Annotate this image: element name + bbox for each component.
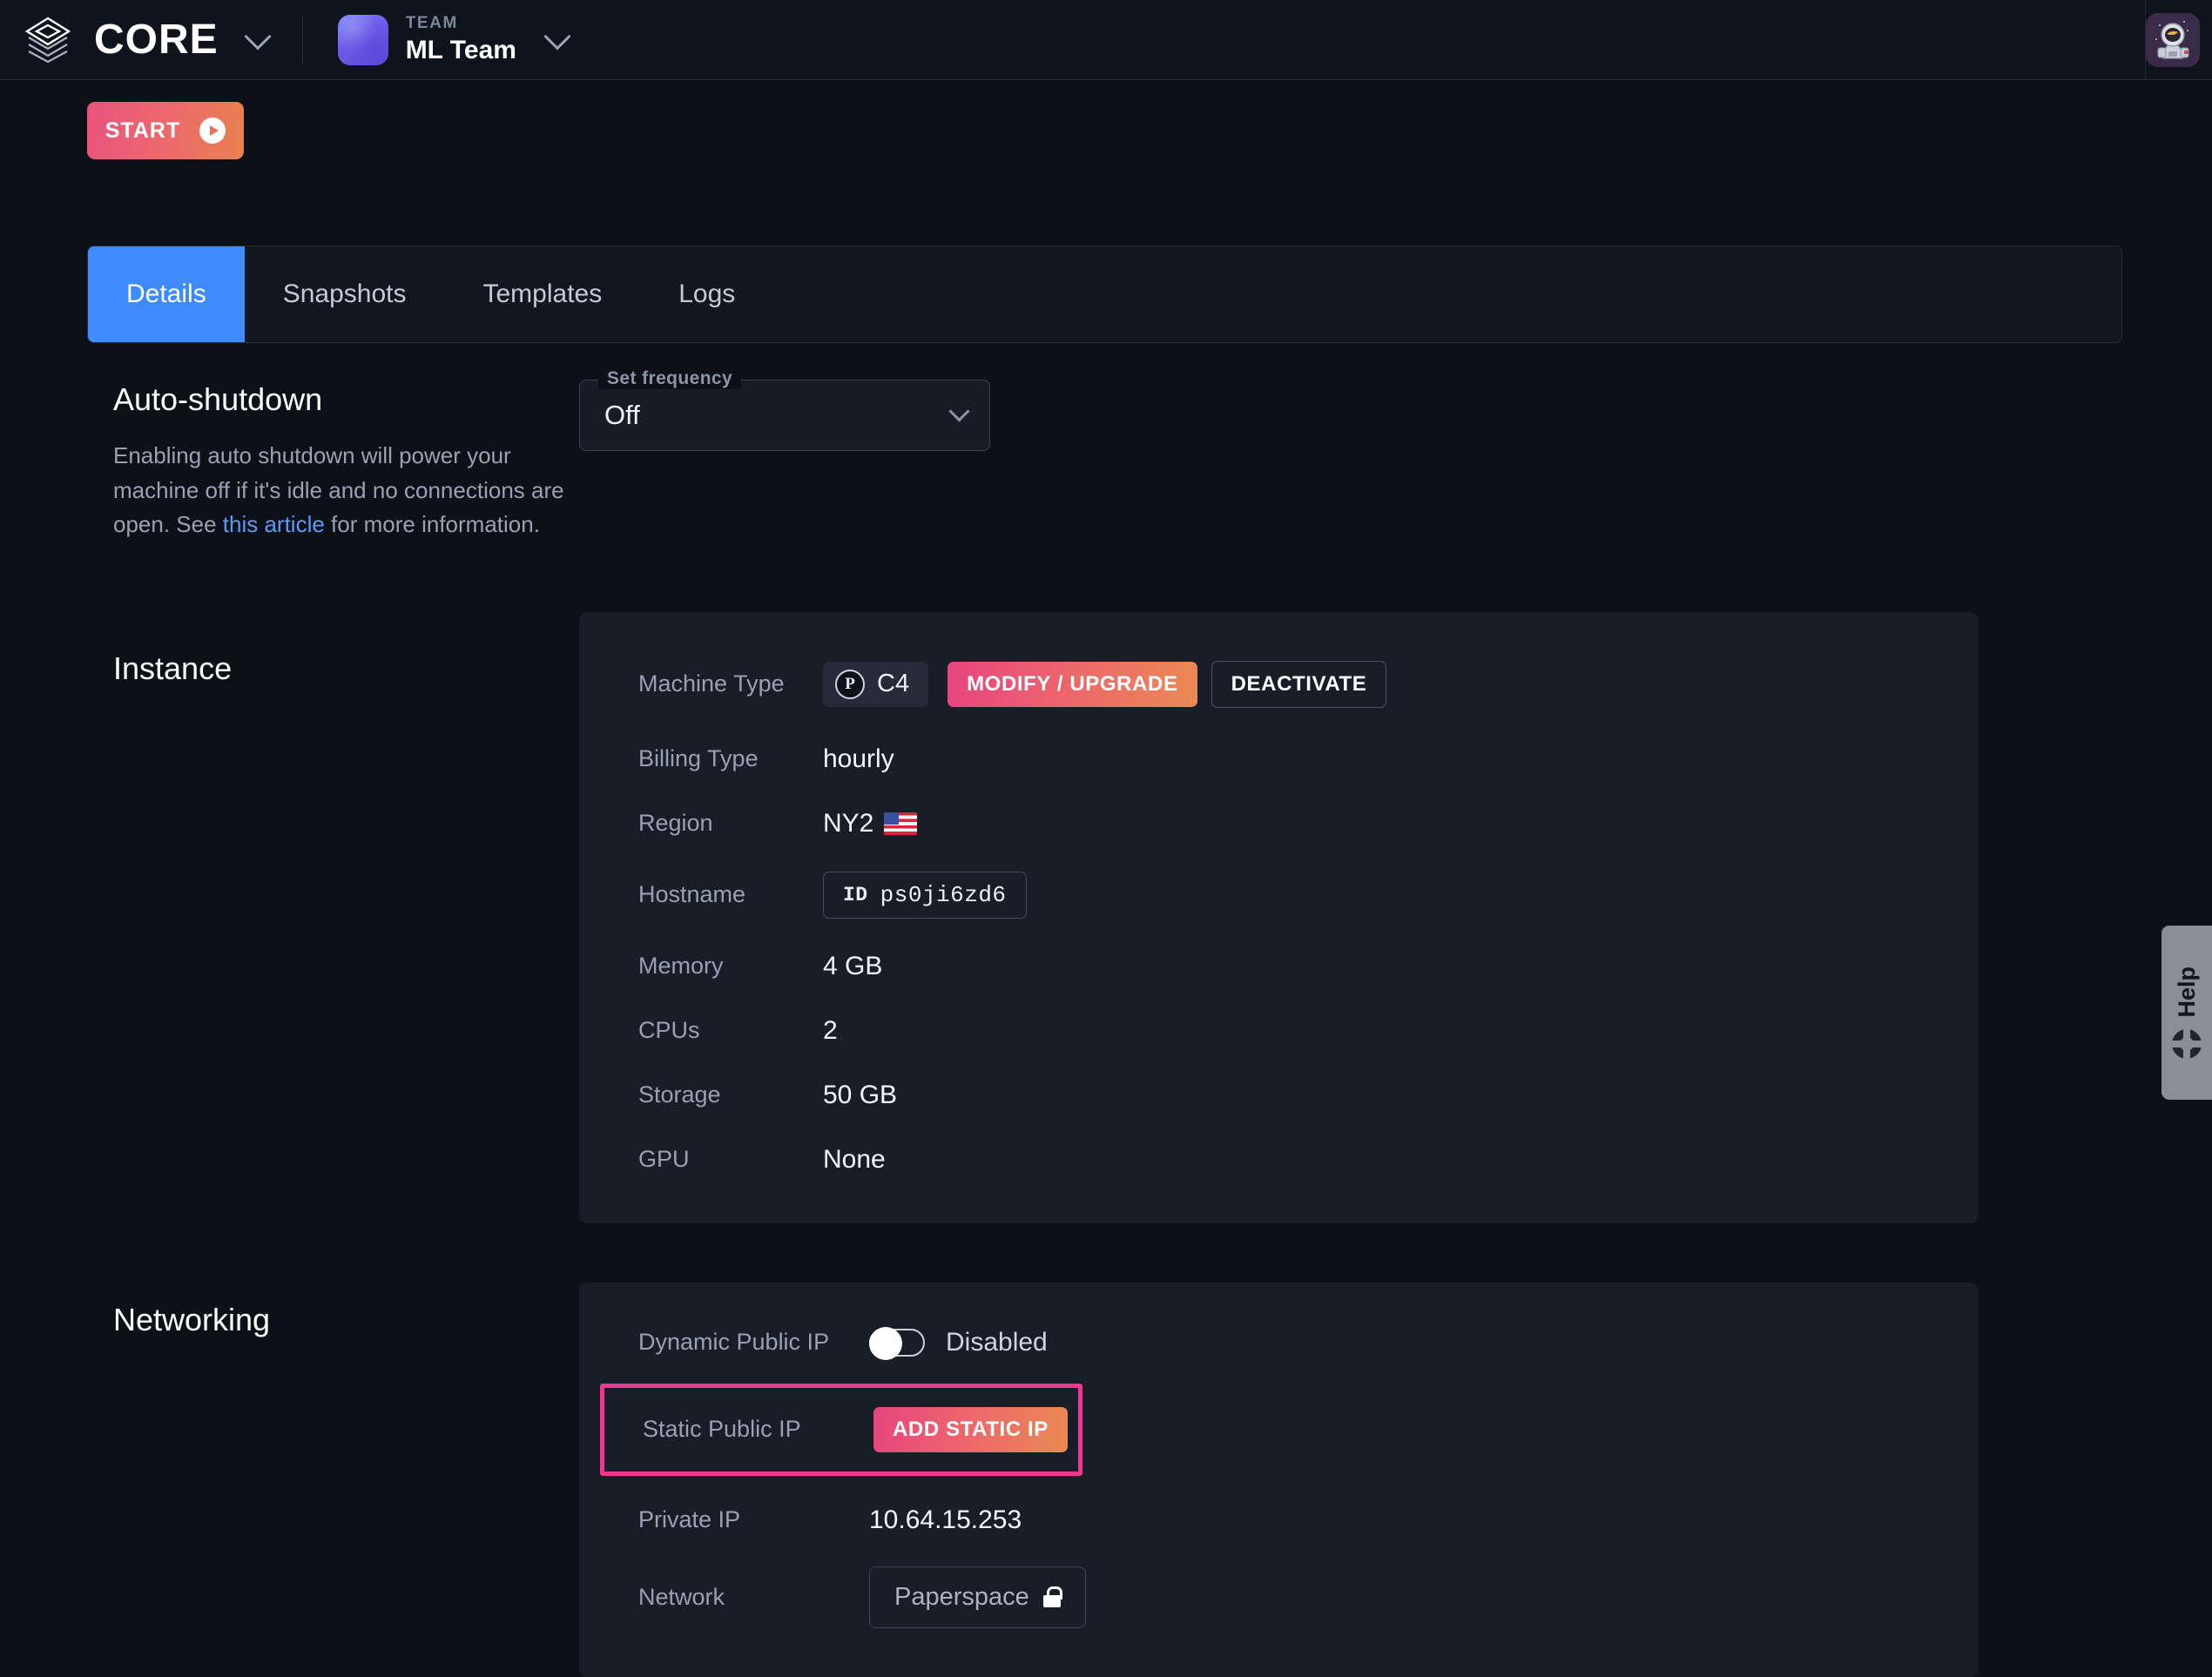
set-frequency-value: Off [604,400,640,430]
details-content: Auto-shutdown Enabling auto shutdown wil… [0,343,2212,1677]
header-divider [301,15,303,64]
machine-type-chip: P C4 [823,661,929,707]
static-public-ip-label: Static Public IP [643,1416,801,1443]
top-header-bar: CORE TEAM ML Team [0,0,2212,80]
network-value: Paperspace [894,1582,1029,1611]
deactivate-button[interactable]: DEACTIVATE [1211,660,1387,708]
add-static-ip-button[interactable]: ADD STATIC IP [873,1406,1068,1452]
dynamic-public-ip-row: Dynamic Public IP Disabled [579,1326,1979,1360]
start-button-label: START [105,118,181,143]
brand-chevron-down-icon[interactable] [244,22,272,57]
region-row: Region NY2 [638,809,1979,838]
tab-templates[interactable]: Templates [444,246,640,342]
auto-shutdown-description: Enabling auto shutdown will power your m… [113,439,579,542]
dynamic-public-ip-toggle[interactable] [869,1326,925,1360]
machine-type-value: C4 [877,670,910,698]
paperspace-badge-icon: P [835,669,865,699]
memory-value: 4 GB [823,951,883,980]
instance-section: Instance Machine Type P C4 MODIFY / UPGR… [0,611,2212,1223]
networking-title: Networking [113,1301,271,1337]
networking-panel: Dynamic Public IP Disabled Static Public… [579,1282,1979,1677]
tab-logs[interactable]: Logs [640,246,773,342]
region-value: NY2 [823,808,874,838]
billing-type-value: hourly [823,744,894,773]
tab-details[interactable]: Details [88,246,245,342]
auto-shutdown-desc-part2: for more information. [324,511,540,538]
auto-shutdown-title: Auto-shutdown [113,381,323,417]
team-avatar [337,14,388,65]
gpu-row: GPU None [638,1145,1979,1175]
core-logo-icon [21,13,75,67]
dynamic-public-ip-state: Disabled [946,1327,1048,1357]
brand-area[interactable]: CORE [21,13,272,67]
chevron-down-icon [948,401,970,422]
cpus-value: 2 [823,1015,838,1045]
avatar [2146,13,2200,67]
private-ip-label: Private IP [638,1506,741,1533]
modify-upgrade-button[interactable]: MODIFY / UPGRADE [948,661,1197,707]
private-ip-value: 10.64.15.253 [869,1505,1022,1534]
brand-title: CORE [94,16,219,63]
static-public-ip-row: Static Public IP ADD STATIC IP [643,1406,1078,1452]
storage-row: Storage 50 GB [638,1081,1979,1110]
billing-type-label: Billing Type [638,745,759,772]
tab-bar: Details Snapshots Templates Logs [87,246,2122,343]
team-switcher[interactable]: TEAM ML Team [337,14,571,65]
play-circle-icon [199,118,226,144]
hostname-label: Hostname [638,881,746,908]
start-button[interactable]: START [87,102,244,159]
help-tab[interactable]: Help [2161,926,2212,1100]
lock-icon [1042,1586,1062,1608]
team-name: ML Team [405,35,516,64]
auto-shutdown-section: Auto-shutdown Enabling auto shutdown wil… [0,343,2212,542]
set-frequency-legend: Set frequency [598,368,742,389]
memory-row: Memory 4 GB [638,952,1979,981]
machine-type-row: Machine Type P C4 MODIFY / UPGRADE DEACT… [638,660,1979,708]
static-public-ip-highlight: Static Public IP ADD STATIC IP [600,1383,1082,1476]
user-menu[interactable] [2145,0,2212,80]
network-label: Network [638,1583,725,1610]
this-article-link[interactable]: this article [223,511,325,537]
networking-section: Networking Dynamic Public IP Disabled St… [0,1282,2212,1677]
hostname-id-chip[interactable]: ID ps0ji6zd6 [823,871,1027,919]
set-frequency-select[interactable]: Off Set frequency [579,368,990,451]
help-tab-label: Help [2173,966,2200,1018]
team-chevron-down-icon[interactable] [543,22,571,57]
team-label: TEAM [405,14,458,33]
machine-type-label: Machine Type [638,670,785,697]
dynamic-public-ip-label: Dynamic Public IP [638,1329,830,1356]
gpu-label: GPU [638,1146,690,1173]
storage-value: 50 GB [823,1080,898,1109]
instance-title: Instance [113,650,233,686]
cpus-row: CPUs 2 [638,1016,1979,1046]
tab-snapshots[interactable]: Snapshots [245,246,445,342]
private-ip-row: Private IP 10.64.15.253 [579,1505,1979,1535]
hostname-id-tag: ID [843,883,868,906]
billing-type-row: Billing Type hourly [638,744,1979,774]
lifebuoy-icon [2170,1027,2203,1061]
storage-label: Storage [638,1081,721,1108]
network-chip[interactable]: Paperspace [869,1566,1086,1628]
hostname-value: ps0ji6zd6 [880,881,1007,908]
region-label: Region [638,810,713,837]
instance-panel: Machine Type P C4 MODIFY / UPGRADE DEACT… [579,611,1979,1223]
hostname-row: Hostname ID ps0ji6zd6 [638,871,1979,919]
cpus-label: CPUs [638,1017,700,1044]
network-row: Network Paperspace [579,1566,1979,1628]
us-flag-icon [884,812,918,835]
memory-label: Memory [638,953,724,980]
gpu-value: None [823,1144,886,1174]
